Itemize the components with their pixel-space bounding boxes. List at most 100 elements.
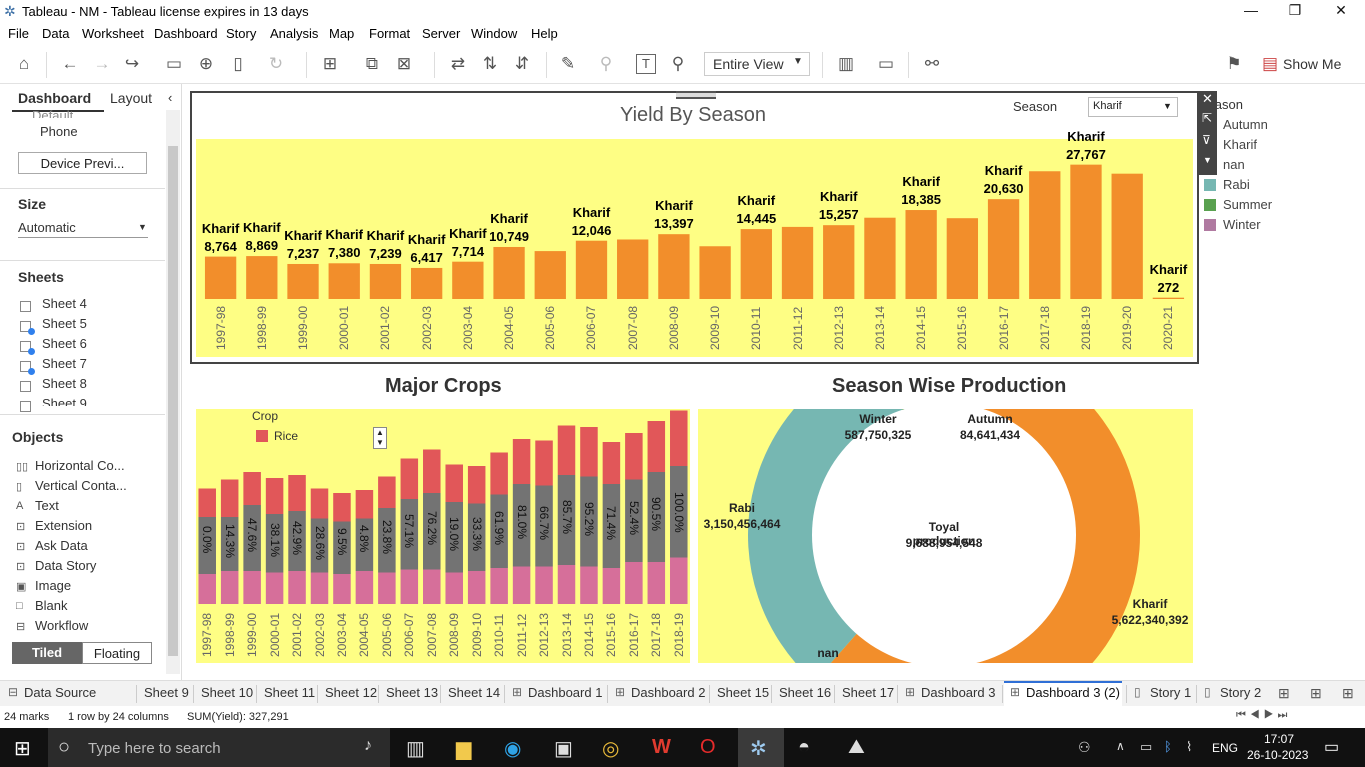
sheet-tab[interactable]: Sheet 11 <box>264 685 315 700</box>
yield-bar[interactable] <box>987 199 1020 299</box>
crop-bar-segment-rice[interactable] <box>288 475 306 511</box>
crop-bar-segment[interactable] <box>288 571 306 604</box>
minimize-button[interactable]: — <box>1236 2 1266 22</box>
sort-ascending-icon[interactable]: ⇅ <box>478 52 502 76</box>
swap-icon[interactable]: ⇄ <box>446 52 470 76</box>
yield-bar[interactable] <box>287 263 319 299</box>
season-legend-item[interactable]: nan <box>1223 157 1245 172</box>
presentation-icon[interactable]: ▭ <box>874 52 898 76</box>
wps-icon[interactable]: W <box>652 736 671 759</box>
object-item[interactable]: Horizontal Co... <box>35 458 125 473</box>
collapse-panel-icon[interactable]: ‹ <box>168 90 172 105</box>
new-story-tab-icon[interactable]: ⊞ <box>1342 685 1354 702</box>
object-item[interactable]: Data Story <box>35 558 96 573</box>
yield-bar[interactable] <box>575 240 608 299</box>
sheet-tab[interactable]: Sheet 16 <box>779 685 831 700</box>
crop-bar-segment[interactable] <box>220 571 239 604</box>
floating-button[interactable]: Floating <box>82 642 152 664</box>
crop-bar-segment[interactable] <box>378 572 396 605</box>
crop-legend-item[interactable]: Rice <box>274 429 298 443</box>
task-view-icon[interactable]: ▥ <box>406 736 425 761</box>
season-legend-item[interactable]: Summer <box>1223 197 1272 212</box>
sheet-tab[interactable]: Dashboard 3 <box>921 685 995 700</box>
go-to-sheet-icon[interactable]: ⇱ <box>1202 111 1212 125</box>
yield-bar[interactable] <box>1029 171 1061 299</box>
opera-icon[interactable]: O <box>700 736 716 759</box>
sheet-tab[interactable]: Dashboard 2 <box>631 685 705 700</box>
taskbar-search[interactable]: ○ Type here to search ♪ <box>48 728 390 767</box>
crop-bar-segment[interactable] <box>265 572 284 605</box>
pin-icon[interactable]: ⚲ <box>666 52 690 76</box>
sheet-list-item[interactable]: Sheet 9 <box>42 396 87 406</box>
home-icon[interactable]: ⌂ <box>12 52 36 76</box>
crop-bar-segment-rice[interactable] <box>220 479 239 518</box>
yield-bar[interactable] <box>864 217 896 299</box>
crop-bar-segment-rice[interactable] <box>580 427 598 477</box>
crop-bar-segment-rice[interactable] <box>467 466 486 504</box>
fit-dropdown[interactable]: Entire View ▼ <box>704 52 810 76</box>
sheet-tab[interactable]: Sheet 15 <box>717 685 769 700</box>
sort-descending-icon[interactable]: ⇵ <box>510 52 534 76</box>
season-legend-item[interactable]: Kharif <box>1223 137 1257 152</box>
group-icon[interactable]: ⚲ <box>594 52 618 76</box>
crop-bar-segment[interactable] <box>355 571 374 604</box>
yield-bar[interactable] <box>740 229 772 299</box>
yield-bar[interactable] <box>493 246 525 299</box>
crop-bar-segment[interactable] <box>467 571 486 604</box>
crop-bar-segment-rice[interactable] <box>535 440 553 486</box>
new-dashboard-tab-icon[interactable]: ⊞ <box>1310 685 1322 702</box>
crop-bar-segment-rice[interactable] <box>333 493 351 522</box>
size-dropdown[interactable]: Automatic <box>18 220 76 235</box>
maximize-button[interactable]: ❐ <box>1280 2 1310 22</box>
sheet-tab[interactable]: Sheet 9 <box>144 685 189 700</box>
yield-bar[interactable] <box>946 218 979 299</box>
highlight-icon[interactable]: ✎ <box>556 52 580 76</box>
yield-bar[interactable] <box>204 256 237 299</box>
edge-icon[interactable]: ◉ <box>504 736 521 761</box>
crop-bar-segment-rice[interactable] <box>378 476 396 509</box>
legend-scroll-stepper[interactable]: ▲ ▼ <box>373 427 387 449</box>
crop-bar-segment[interactable] <box>557 565 576 604</box>
drag-handle[interactable] <box>676 91 716 99</box>
clock-date[interactable]: 26-10-2023 <box>1247 748 1308 762</box>
share-icon[interactable]: ⚯ <box>920 52 944 76</box>
crop-bar-segment-rice[interactable] <box>490 452 508 495</box>
redo-icon[interactable]: → <box>90 52 114 76</box>
sheet-list-item[interactable]: Sheet 7 <box>42 356 87 371</box>
sheet-tab[interactable]: Dashboard 3 (2) <box>1026 685 1120 700</box>
crop-bar-segment-rice[interactable] <box>670 410 688 467</box>
crop-bar-segment[interactable] <box>647 562 666 604</box>
battery-icon[interactable]: ▭ <box>1140 739 1152 755</box>
chevron-down-icon[interactable]: ▼ <box>138 222 147 232</box>
show-cards-icon[interactable]: ▥ <box>834 52 858 76</box>
crop-bar-segment-rice[interactable] <box>198 488 216 518</box>
yield-bar[interactable] <box>905 210 937 299</box>
crop-bar-segment-rice[interactable] <box>625 433 643 480</box>
yield-bar[interactable] <box>823 225 855 299</box>
crop-bar-segment-rice[interactable] <box>423 449 441 494</box>
app-icon[interactable]: ◓ <box>798 736 810 759</box>
crop-bar-segment[interactable] <box>535 566 553 605</box>
menu-window[interactable]: Window <box>471 26 517 41</box>
sheet-tab[interactable]: Dashboard 1 <box>528 685 602 700</box>
network-icon[interactable]: ⌇ <box>1186 739 1192 755</box>
sheet-list-item[interactable]: Sheet 6 <box>42 336 87 351</box>
tab-navigation-icon[interactable]: ⏮◀▶⏭ <box>1236 709 1291 722</box>
crop-bar-segment-rice[interactable] <box>445 464 463 503</box>
menu-data[interactable]: Data <box>42 26 69 41</box>
crop-bar-segment-rice[interactable] <box>310 488 329 519</box>
sheet-tab[interactable]: Story 1 <box>1150 685 1191 700</box>
object-item[interactable]: Extension <box>35 518 92 533</box>
yield-bar[interactable] <box>1070 164 1102 299</box>
photos-icon[interactable]: ⛰ <box>848 736 865 759</box>
yield-bar[interactable] <box>658 234 690 299</box>
menu-format[interactable]: Format <box>369 26 410 41</box>
save-icon[interactable]: ▭ <box>162 52 186 76</box>
crop-bar-segment[interactable] <box>445 572 463 605</box>
menu-file[interactable]: File <box>8 26 29 41</box>
sheet-tab[interactable]: Sheet 17 <box>842 685 894 700</box>
sheet-tab[interactable]: Sheet 13 <box>386 685 438 700</box>
crop-bar-segment[interactable] <box>310 572 329 605</box>
pause-update-icon[interactable]: ▯ <box>226 52 250 76</box>
object-item[interactable]: Text <box>35 498 59 513</box>
